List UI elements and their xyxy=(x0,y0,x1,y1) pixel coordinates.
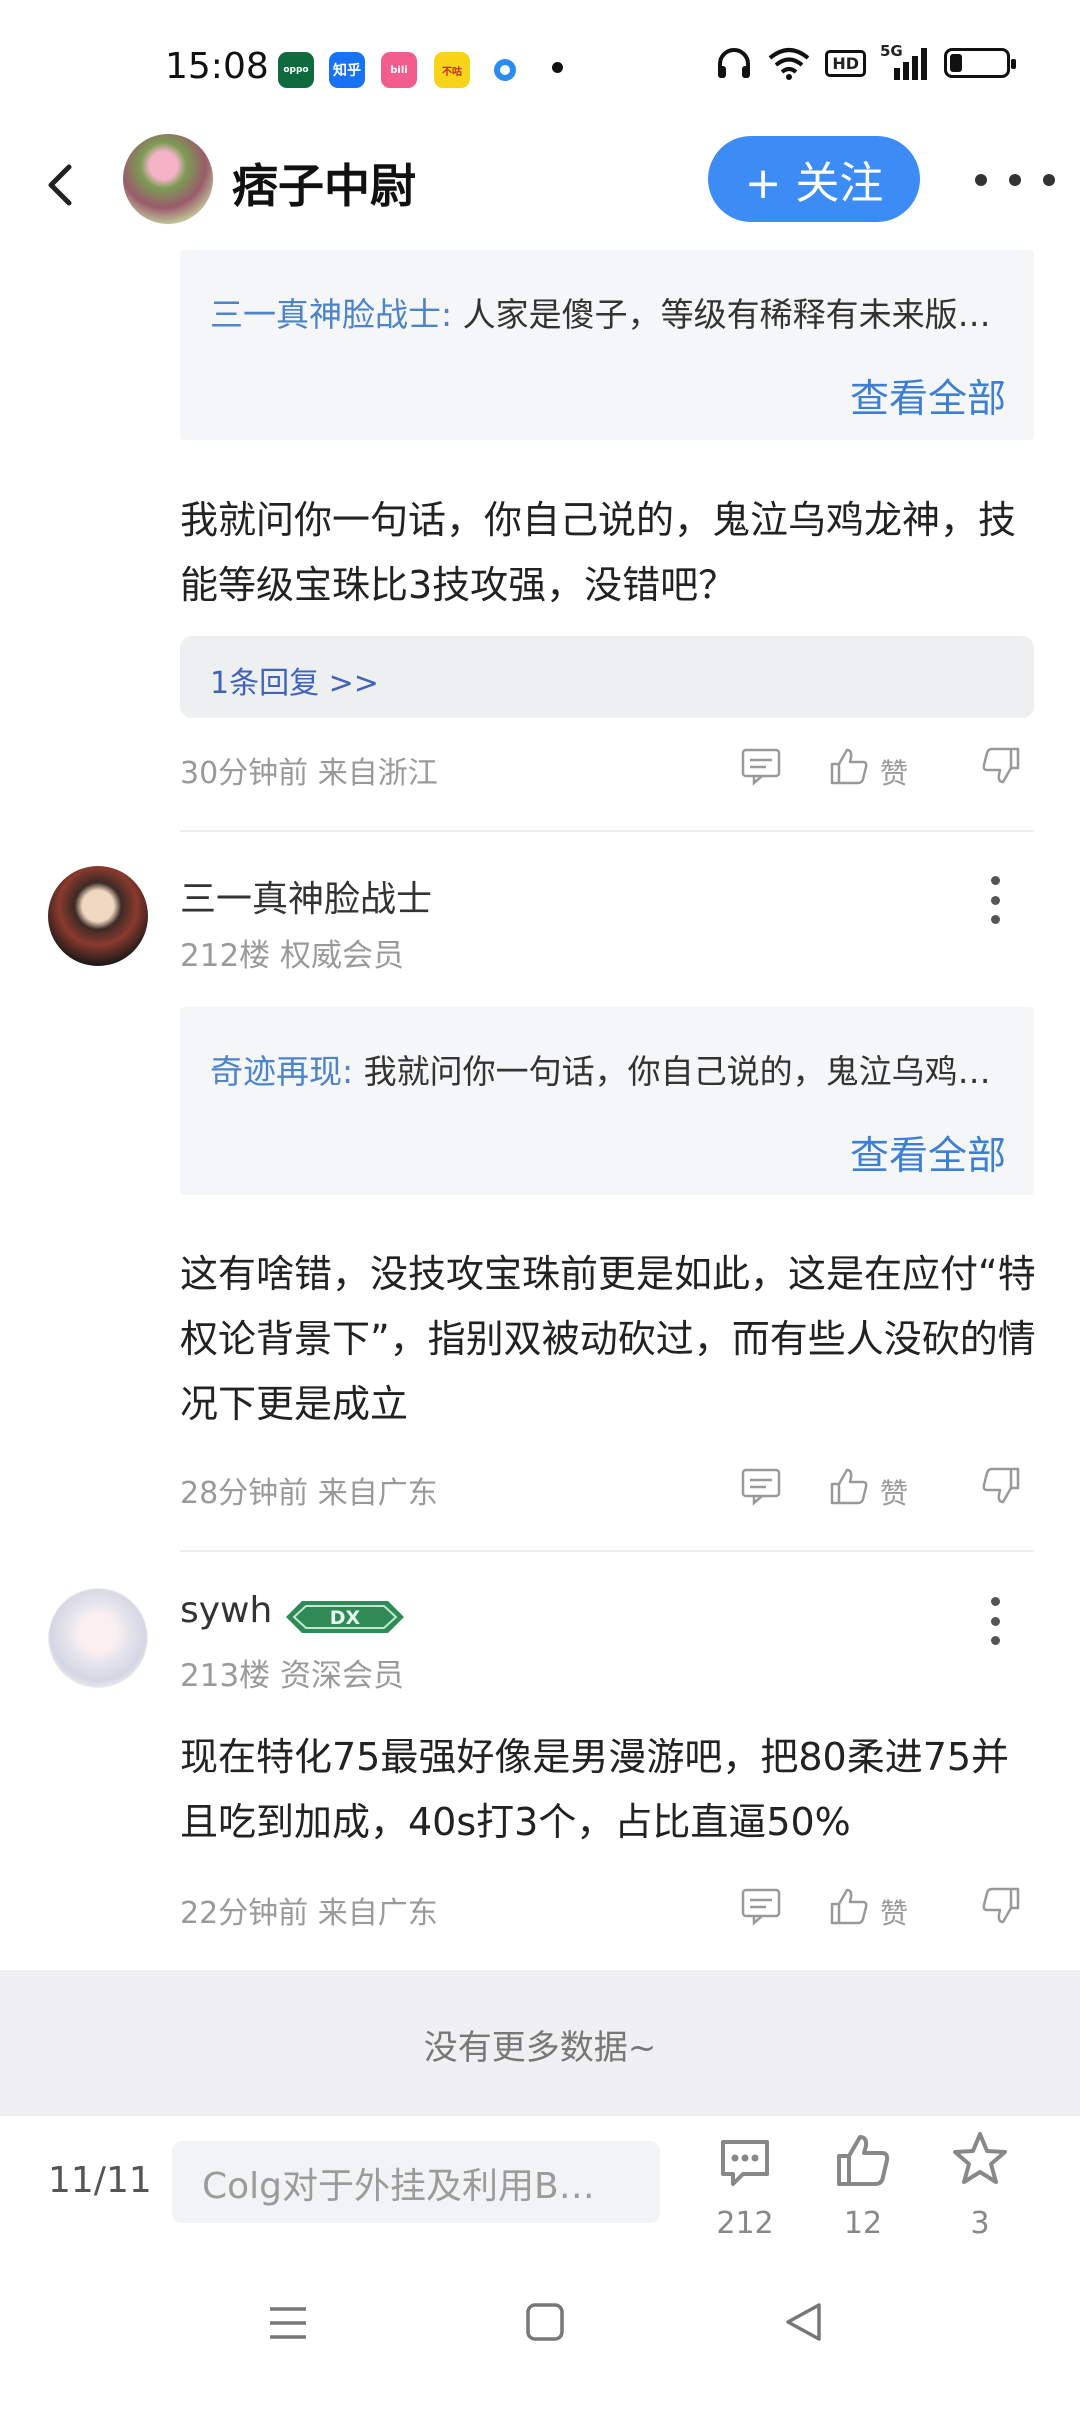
comment-body: 这有啥错，没技攻宝珠前更是如此，这是在应付“特权论背景下”，指别双被动砍过，而有… xyxy=(180,1252,1036,1426)
battery-icon xyxy=(944,48,1016,78)
replies-box[interactable]: 1条回复 >> xyxy=(180,636,1034,718)
bottom-action-bar: 11/11 Colg对于外挂及利用B… 212 12 3 xyxy=(0,2115,1080,2245)
comments-count: 212 xyxy=(716,2206,774,2241)
zhihu-app-icon: 知乎 xyxy=(329,52,365,88)
like-icon xyxy=(837,2135,890,2186)
comment-body: 现在特化75最强好像是男漫游吧，把80柔进75并且吃到加成，40s打3个，占比直… xyxy=(180,1735,1010,1844)
comment-body: 我就问你一句话，你自己说的，鬼泣乌鸡龙神，技能等级宝珠比3技攻强，没错吧？ xyxy=(180,498,1017,607)
like-icon[interactable] xyxy=(828,746,870,786)
end-of-list: 没有更多数据~ xyxy=(0,1970,1080,2115)
comment-options-icon[interactable] xyxy=(985,1597,1005,1645)
like-icon[interactable] xyxy=(828,1466,870,1506)
dislike-icon[interactable] xyxy=(980,1886,1022,1926)
comment-input[interactable]: Colg对于外挂及利用B… xyxy=(172,2141,660,2223)
comment-time-location: 28分钟前 来自广东 xyxy=(180,1476,438,1511)
quoted-comment[interactable]: 三一真神脸战士: 人家是傻子，等级有稀释有未来版… 查看全部 xyxy=(180,250,1034,440)
level-badge-icon: DX xyxy=(286,1601,404,1633)
user-avatar[interactable] xyxy=(48,866,148,966)
wifi-icon xyxy=(769,48,810,80)
like-label[interactable]: 赞 xyxy=(880,752,908,792)
favorite-button[interactable]: 3 xyxy=(930,2126,1030,2241)
floor-rank: 213楼 资深会员 xyxy=(180,1658,405,1694)
back-arrow-icon xyxy=(48,164,72,206)
like-icon[interactable] xyxy=(828,1886,870,1926)
view-all-link[interactable]: 查看全部 xyxy=(850,368,1006,424)
author-avatar[interactable] xyxy=(123,134,213,224)
back-nav-icon[interactable] xyxy=(783,2301,823,2343)
divider xyxy=(180,1550,1034,1552)
dislike-icon[interactable] xyxy=(980,746,1022,786)
reply-icon[interactable] xyxy=(740,746,782,786)
comment-meta: 22分钟前 来自广东 赞 xyxy=(180,1878,1040,1938)
no-more-data-text: 没有更多数据~ xyxy=(423,2028,657,2068)
reply-icon[interactable] xyxy=(740,1466,782,1506)
comment-meta: 28分钟前 来自广东 赞 xyxy=(180,1458,1040,1518)
view-replies-link[interactable]: 1条回复 >> xyxy=(210,658,379,702)
signal-icon: 5G xyxy=(880,42,930,80)
dislike-icon[interactable] xyxy=(980,1466,1022,1506)
quote-text: 我就问你一句话，你自己说的，鬼泣乌鸡… xyxy=(353,1052,991,1091)
menu-icon[interactable] xyxy=(268,2303,308,2343)
page-title[interactable]: 痞子中尉 xyxy=(232,150,416,216)
home-icon[interactable] xyxy=(525,2302,565,2342)
quote-line: 奇迹再现: 我就问你一句话，你自己说的，鬼泣乌鸡… xyxy=(210,1045,1010,1093)
page-indicator[interactable]: 11/11 xyxy=(48,2160,152,2201)
headphones-icon xyxy=(718,48,751,78)
comment-icon xyxy=(721,2140,769,2186)
status-time: 15:08 xyxy=(165,46,269,87)
divider xyxy=(180,830,1034,832)
follow-button[interactable]: + 关注 xyxy=(708,136,920,222)
comments-button[interactable]: 212 xyxy=(695,2126,795,2241)
like-label[interactable]: 赞 xyxy=(880,1892,908,1932)
quote-author[interactable]: 奇迹再现: xyxy=(210,1052,353,1091)
quoted-comment[interactable]: 奇迹再现: 我就问你一句话，你自己说的，鬼泣乌鸡… 查看全部 xyxy=(180,1007,1034,1195)
status-icons: HD 5G xyxy=(715,42,1016,80)
favorites-count: 3 xyxy=(970,2206,990,2241)
username[interactable]: sywh xyxy=(180,1590,272,1631)
quote-text: 人家是傻子，等级有稀释有未来版… xyxy=(452,295,991,334)
bilibili-app-icon: bili xyxy=(381,52,417,88)
like-label[interactable]: 赞 xyxy=(880,1472,908,1512)
likes-count: 12 xyxy=(843,2206,883,2241)
floor-rank: 212楼 权威会员 xyxy=(180,938,405,974)
system-nav-bar xyxy=(0,2245,1080,2412)
comment-options-icon[interactable] xyxy=(985,876,1005,924)
comment-meta: 30分钟前 来自浙江 赞 xyxy=(180,738,1040,798)
top-header: 痞子中尉 + 关注 xyxy=(0,130,1080,240)
oppo-app-icon: oppo xyxy=(278,52,314,88)
notification-dot-icon xyxy=(552,62,563,73)
svg-text:DX: DX xyxy=(330,1607,361,1629)
hd-icon: HD xyxy=(825,49,866,77)
star-icon xyxy=(953,2132,1007,2184)
quote-line: 三一真神脸战士: 人家是傻子，等级有稀释有未来版… xyxy=(210,288,1010,336)
reply-icon[interactable] xyxy=(740,1886,782,1926)
game-app-icon: 不咕 xyxy=(434,52,470,88)
back-button[interactable] xyxy=(30,155,90,215)
quote-author[interactable]: 三一真神脸战士: xyxy=(210,295,452,334)
status-bar: 15:08 oppo 知乎 bili 不咕 HD 5G xyxy=(0,0,1080,130)
more-icon[interactable] xyxy=(975,160,1055,200)
username[interactable]: 三一真神脸战士 xyxy=(180,870,432,922)
comment-time-location: 30分钟前 来自浙江 xyxy=(180,756,438,791)
like-button[interactable]: 12 xyxy=(813,2126,913,2241)
view-all-link[interactable]: 查看全部 xyxy=(850,1125,1006,1181)
browser-app-icon xyxy=(487,52,523,88)
comment-time-location: 22分钟前 来自广东 xyxy=(180,1896,438,1931)
user-avatar[interactable] xyxy=(48,1588,148,1688)
